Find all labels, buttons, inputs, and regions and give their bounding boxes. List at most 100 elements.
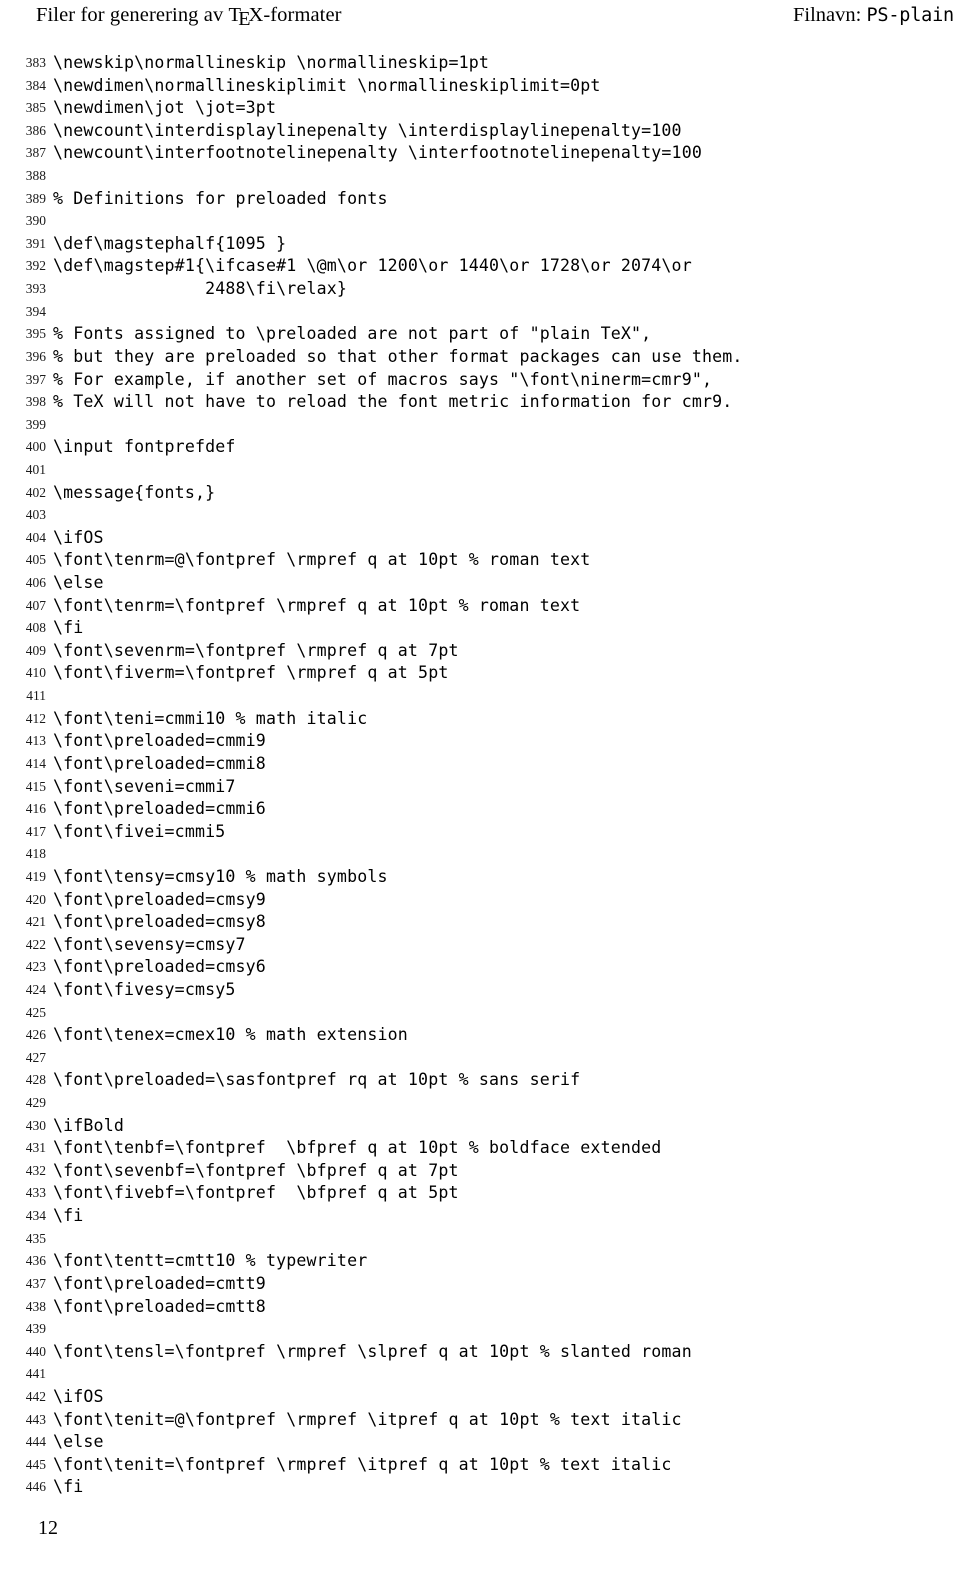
line-number: 438 (25, 1298, 46, 1314)
code-line: 420 \font\preloaded=cmsy9 (0, 889, 960, 912)
line-code: \font\tensl=\fontpref \rmpref \slpref q … (53, 1341, 692, 1361)
line-code: \font\tentt=cmtt10 % typewriter (53, 1251, 368, 1271)
line-number: 387 (25, 145, 46, 161)
code-line: 428 \font\preloaded=\sasfontpref rq at 10… (0, 1069, 960, 1092)
code-line: 386 \newcount\interdisplaylinepenalty \in… (0, 120, 960, 143)
code-line: 395 % Fonts assigned to \preloaded are no… (0, 323, 960, 346)
code-line: 394 (0, 301, 960, 324)
code-line: 430 \ifBold (0, 1115, 960, 1138)
line-number: 422 (25, 936, 46, 952)
line-code: \font\fivebf=\fontpref \bfpref q at 5pt (53, 1183, 459, 1203)
line-number: 393 (25, 281, 46, 297)
code-line: 439 (0, 1318, 960, 1341)
code-line: 399 (0, 414, 960, 437)
code-line: 388 (0, 165, 960, 188)
line-number: 386 (25, 122, 46, 138)
line-code: \fi (53, 1206, 84, 1226)
line-code: \def\magstep#1{\ifcase#1 \@m\or 1200\or … (53, 256, 692, 276)
line-number: 420 (25, 891, 46, 907)
line-number: 384 (25, 77, 46, 93)
code-line: 410 \font\fiverm=\fontpref \rmpref q at 5… (0, 662, 960, 685)
line-number: 431 (25, 1140, 46, 1156)
line-number: 412 (25, 710, 46, 726)
code-line: 412 \font\teni=cmmi10 % math italic (0, 708, 960, 731)
line-number: 409 (25, 642, 46, 658)
code-line: 422 \font\sevensy=cmsy7 (0, 934, 960, 957)
line-code: \newcount\interdisplaylinepenalty \inter… (53, 120, 682, 140)
page-header: Filer for generering av TEX-formater Fil… (0, 0, 960, 40)
code-line: 404 \ifOS (0, 527, 960, 550)
code-line: 437 \font\preloaded=cmtt9 (0, 1273, 960, 1296)
code-line: 443 \font\tenit=@\fontpref \rmpref \itpre… (0, 1409, 960, 1432)
line-code: \font\preloaded=cmsy9 (53, 889, 266, 909)
line-code: \font\preloaded=cmmi9 (53, 731, 266, 751)
code-line: 408 \fi (0, 617, 960, 640)
code-line: 427 (0, 1047, 960, 1070)
code-line: 397 % For example, if another set of macr… (0, 369, 960, 392)
code-line: 393 2488\fi\relax} (0, 278, 960, 301)
line-code: \ifOS (53, 527, 104, 547)
line-code: \font\preloaded=cmtt9 (53, 1273, 266, 1293)
line-number: 436 (25, 1253, 46, 1269)
line-number: 397 (25, 371, 46, 387)
code-line: 398 % TeX will not have to reload the fon… (0, 391, 960, 414)
line-number: 417 (25, 823, 46, 839)
code-line: 418 (0, 843, 960, 866)
line-number: 388 (25, 168, 46, 184)
line-number: 401 (25, 461, 46, 477)
line-number: 434 (25, 1208, 46, 1224)
code-line: 425 (0, 1002, 960, 1025)
code-line: 417 \font\fivei=cmmi5 (0, 821, 960, 844)
line-code: \font\tenrm=@\fontpref \rmpref q at 10pt… (53, 550, 591, 570)
line-code: \font\tenbf=\fontpref \bfpref q at 10pt … (53, 1138, 662, 1158)
code-line: 390 (0, 210, 960, 233)
line-number: 432 (25, 1162, 46, 1178)
filename-label: Filnavn: (793, 4, 867, 26)
line-code: \font\preloaded=cmmi6 (53, 799, 266, 819)
line-number: 411 (26, 688, 46, 704)
line-number: 441 (25, 1366, 46, 1382)
line-number: 444 (25, 1434, 46, 1450)
line-code: \ifBold (53, 1115, 124, 1135)
line-code: % Definitions for preloaded fonts (53, 188, 388, 208)
line-code: \input fontprefdef (53, 437, 236, 457)
line-number: 394 (25, 303, 46, 319)
code-line: 433 \font\fivebf=\fontpref \bfpref q at 5… (0, 1182, 960, 1205)
code-line: 409 \font\sevenrm=\fontpref \rmpref q at … (0, 640, 960, 663)
line-number: 390 (25, 213, 46, 229)
header-title-suffix: -formater (263, 4, 342, 26)
line-code: 2488\fi\relax} (53, 279, 348, 299)
line-code: \fi (53, 1477, 84, 1497)
code-line: 402 \message{fonts,} (0, 482, 960, 505)
code-line: 445 \font\tenit=\fontpref \rmpref \itpref… (0, 1454, 960, 1477)
line-code: \font\tenit=\fontpref \rmpref \itpref q … (53, 1454, 672, 1474)
line-number: 443 (25, 1411, 46, 1427)
line-code: % Fonts assigned to \preloaded are not p… (53, 324, 652, 344)
line-code: \else (53, 573, 104, 593)
line-code: \font\teni=cmmi10 % math italic (53, 708, 368, 728)
line-code: \font\tensy=cmsy10 % math symbols (53, 866, 388, 886)
code-line: 383 \newskip\normallineskip \normallinesk… (0, 52, 960, 75)
page-number: 12 (38, 1517, 58, 1539)
line-number: 442 (25, 1388, 46, 1404)
code-line: 424 \font\fivesy=cmsy5 (0, 979, 960, 1002)
line-number: 437 (25, 1275, 46, 1291)
line-code: \font\fivei=cmmi5 (53, 821, 226, 841)
tex-logo: TEX (228, 4, 264, 31)
code-line: 434 \fi (0, 1205, 960, 1228)
line-code: \else (53, 1432, 104, 1452)
line-code: \newskip\normallineskip \normallineskip=… (53, 53, 490, 72)
code-line: 405 \font\tenrm=@\fontpref \rmpref q at 1… (0, 549, 960, 572)
line-number: 415 (25, 778, 46, 794)
line-number: 429 (25, 1095, 46, 1111)
line-number: 416 (25, 801, 46, 817)
code-listing: 383 \newskip\normallineskip \normallinesk… (0, 52, 960, 1499)
code-line: 431 \font\tenbf=\fontpref \bfpref q at 10… (0, 1137, 960, 1160)
line-number: 424 (25, 981, 46, 997)
line-code: \fi (53, 618, 84, 638)
line-number: 407 (25, 597, 46, 613)
line-number: 402 (25, 484, 46, 500)
line-code: \newdimen\jot \jot=3pt (53, 98, 277, 118)
line-code: \font\sevenrm=\fontpref \rmpref q at 7pt (53, 640, 459, 660)
line-code: \font\sevenbf=\fontpref \bfpref q at 7pt (53, 1160, 459, 1180)
